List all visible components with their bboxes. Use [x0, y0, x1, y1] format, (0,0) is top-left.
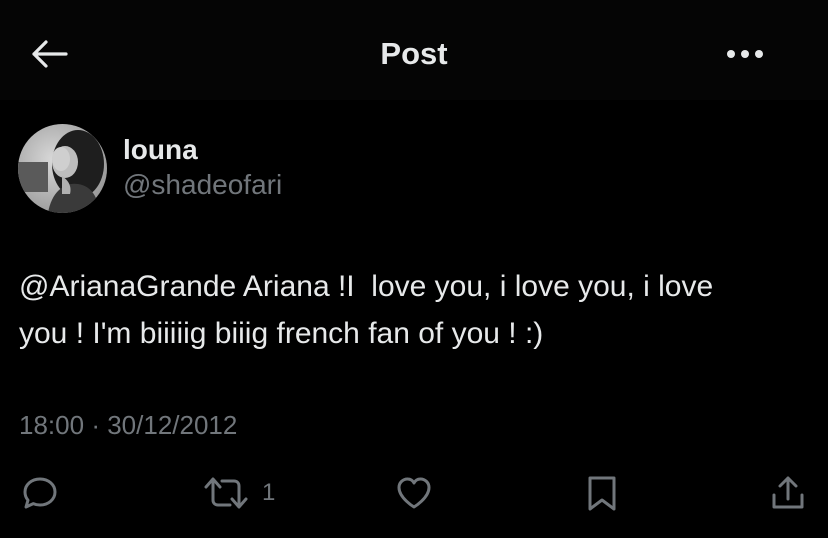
avatar-photo [18, 124, 107, 213]
bookmark-button[interactable] [582, 472, 622, 514]
post-screen: Post louna @shadeofari @ArianaGrande Ari… [0, 0, 828, 538]
reply-button[interactable] [20, 472, 60, 514]
heart-icon [397, 477, 431, 509]
author-display-name[interactable]: louna [123, 134, 198, 166]
post-timestamp: 18:00 · 30/12/2012 [19, 408, 237, 442]
post-text: @ArianaGrande Ariana !I love you, i love… [19, 270, 714, 350]
back-button[interactable] [28, 36, 70, 72]
retweet-button[interactable]: 1 [202, 472, 275, 514]
top-bar: Post [0, 0, 828, 100]
more-horizontal-icon [727, 50, 763, 58]
page-title: Post [380, 36, 448, 71]
post-date: 30/12/2012 [107, 410, 238, 440]
like-button[interactable] [394, 472, 434, 514]
post-time: 18:00 [19, 410, 85, 440]
retweet-icon [204, 477, 248, 509]
reply-icon [23, 477, 57, 509]
more-options-button[interactable] [720, 40, 770, 68]
share-button[interactable] [768, 472, 808, 514]
timestamp-separator: · [91, 410, 100, 440]
avatar[interactable] [18, 124, 107, 213]
share-icon [772, 476, 804, 509]
retweet-count: 1 [262, 479, 276, 506]
author-handle[interactable]: @shadeofari [123, 168, 282, 202]
bookmark-icon [588, 476, 616, 511]
arrow-left-icon [32, 40, 68, 68]
